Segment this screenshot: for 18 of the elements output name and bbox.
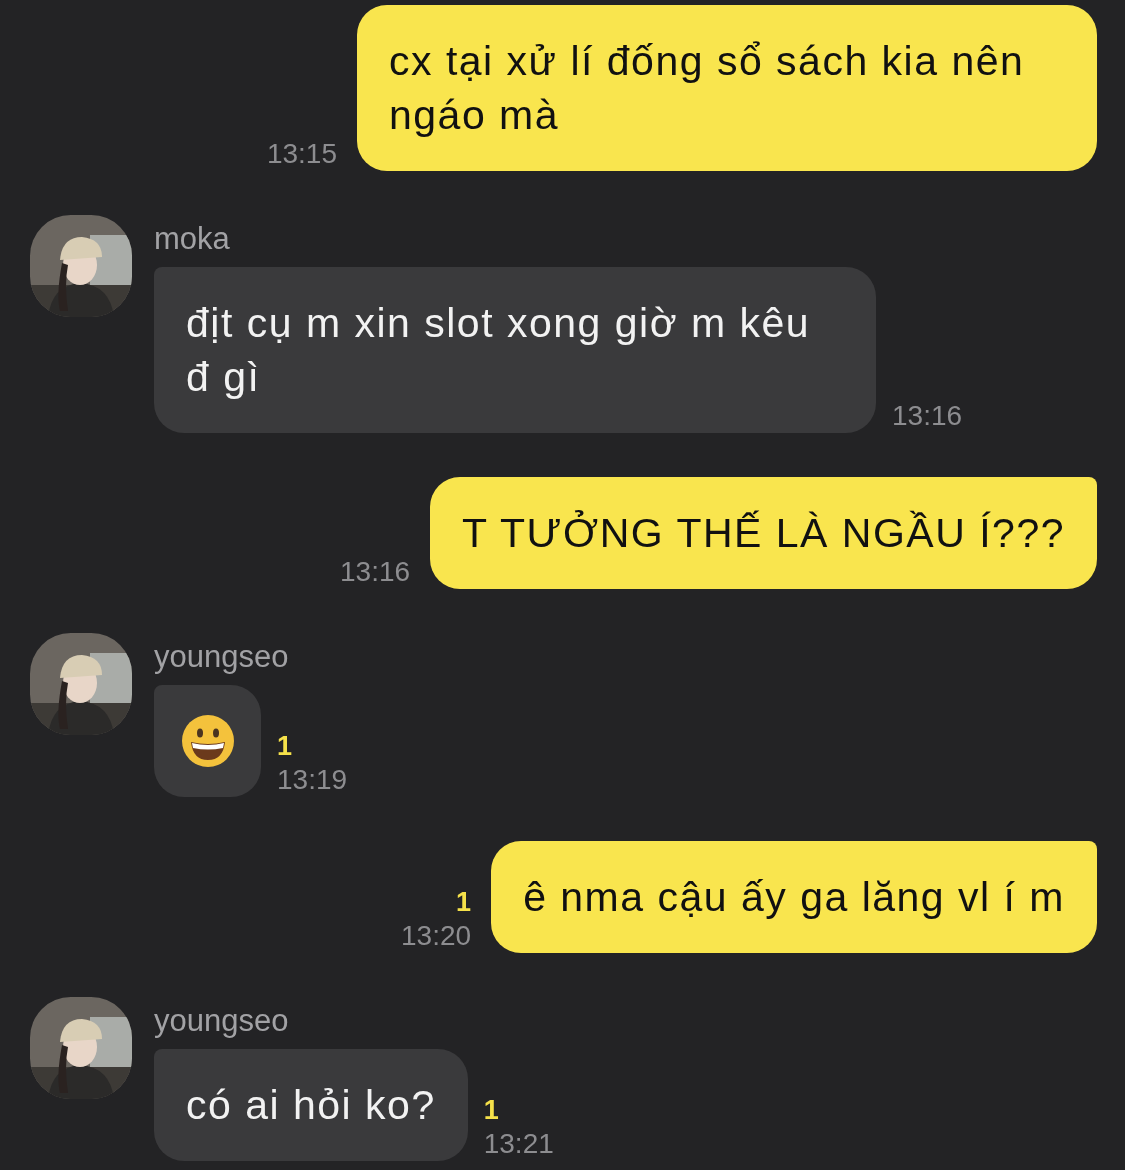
unread-count: 1 (483, 1094, 499, 1127)
message-time: 13:21 (483, 1127, 554, 1161)
unread-count: 1 (456, 886, 472, 919)
unread-count: 1 (277, 730, 293, 763)
message-time: 13:16 (340, 555, 411, 589)
message-bubble: địt cụ m xin slot xong giờ m kêu đ gì (154, 267, 876, 433)
message-bubble: có ai hỏi ko? (154, 1049, 468, 1161)
message-bubble: cx tại xử lí đống sổ sách kia nên ngáo mà (357, 5, 1097, 171)
message-bubble: ê nma cậu ấy ga lăng vl í m (491, 841, 1097, 953)
message-bubble: T TƯỞNG THẾ LÀ NGẦU Í??? (430, 477, 1097, 589)
sender-name: youngseo (154, 1002, 290, 1040)
message-time: 13:15 (266, 137, 337, 171)
smiley-icon (180, 714, 235, 768)
sender-name: youngseo (154, 638, 290, 676)
sender-name: moka (154, 220, 231, 258)
message-time: 13:20 (401, 919, 472, 953)
message-time: 13:16 (892, 399, 963, 433)
message-time: 13:19 (277, 763, 348, 797)
